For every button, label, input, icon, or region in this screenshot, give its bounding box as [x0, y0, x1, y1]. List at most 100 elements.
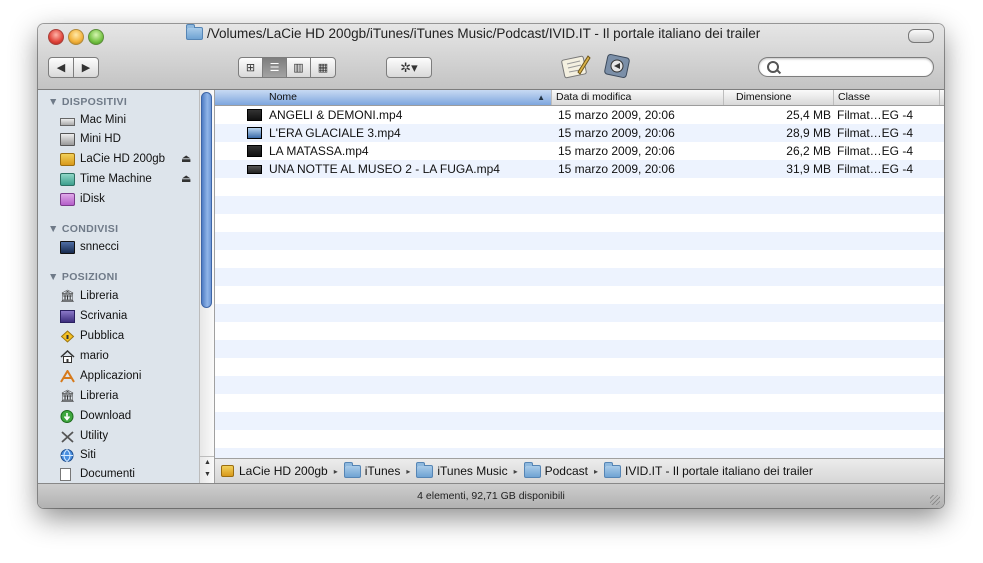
sidebar-item-documenti[interactable]: Documenti [60, 465, 135, 483]
sidebar-scroll-arrows[interactable]: ▲▼ [200, 456, 214, 483]
file-kind: Filmat…EG -4 [837, 108, 914, 122]
file-name: UNA NOTTE AL MUSEO 2 - LA FUGA.mp4 [269, 162, 500, 176]
sidebar-item-label: Documenti [80, 468, 135, 480]
sidebar-item-mario[interactable]: mario [60, 347, 109, 365]
eject-icon[interactable]: ⏏ [181, 172, 191, 185]
path-segment-label: iTunes [364, 464, 401, 478]
path-segment-itunes[interactable]: iTunes [343, 461, 401, 478]
documents-icon [60, 467, 71, 481]
table-row[interactable]: ANGELI & DEMONI.mp4 15 marzo 2009, 20:06… [215, 106, 944, 124]
empty-row [215, 430, 944, 448]
action-menu-button[interactable]: ✲▾ [386, 57, 432, 78]
sidebar-item-siti[interactable]: Siti [60, 446, 96, 464]
sidebar-scrollbar[interactable]: ▲▼ [199, 90, 214, 483]
empty-row [215, 358, 944, 376]
sidebar-header-shared[interactable]: ▼ CONDIVISI [48, 223, 118, 235]
empty-row [215, 394, 944, 412]
forward-arrow-icon: ▶ [81, 62, 91, 74]
sidebar-item-lacie-hd[interactable]: LaCie HD 200gb [60, 150, 165, 168]
path-segment-itunes-music[interactable]: iTunes Music [416, 461, 508, 478]
sidebar-header-devices[interactable]: ▼ DISPOSITIVI [48, 96, 127, 108]
sidebar-item-label: Libreria [80, 290, 119, 302]
icon-view-icon: ⊞ [245, 62, 256, 74]
file-list: Nome ▲ Data di modifica Dimensione Class… [215, 90, 944, 483]
download-icon [60, 409, 75, 423]
eject-icon[interactable]: ⏏ [181, 152, 191, 165]
minimize-window-button[interactable] [68, 29, 84, 45]
movie-file-icon [247, 164, 262, 174]
table-row[interactable]: L'ERA GLACIALE 3.mp4 15 marzo 2009, 20:0… [215, 124, 944, 142]
empty-row [215, 412, 944, 430]
resize-grip-icon[interactable] [930, 495, 940, 505]
close-window-button[interactable] [48, 29, 64, 45]
sidebar-item-applicazioni[interactable]: Applicazioni [60, 367, 141, 385]
sites-icon [60, 448, 75, 462]
path-separator-icon: ▸ [593, 466, 598, 476]
view-list-button[interactable]: ☰ [262, 57, 287, 78]
file-kind: Filmat…EG -4 [837, 144, 914, 158]
search-icon [767, 61, 779, 73]
forward-button[interactable]: ▶ [73, 57, 99, 78]
empty-row [215, 178, 944, 196]
path-segment-label: LaCie HD 200gb [239, 464, 328, 478]
sidebar-item-utility[interactable]: Utility [60, 427, 108, 445]
search-field[interactable] [758, 57, 934, 77]
view-columns-button[interactable]: ▥ [286, 57, 311, 78]
list-view-icon: ☰ [269, 62, 280, 74]
sidebar-item-mini-hd[interactable]: Mini HD [60, 130, 121, 148]
column-header: Nome ▲ Data di modifica Dimensione Class… [215, 90, 944, 106]
rows: ANGELI & DEMONI.mp4 15 marzo 2009, 20:06… [215, 106, 944, 483]
file-size: 25,4 MB [786, 108, 831, 122]
sidebar-item-libreria-2[interactable]: 🏛 Libreria [60, 387, 118, 405]
library-icon: 🏛 [60, 388, 76, 403]
path-separator-icon: ▸ [333, 466, 338, 476]
search-input[interactable] [783, 60, 927, 76]
file-date: 15 marzo 2009, 20:06 [558, 144, 675, 158]
table-row[interactable]: LA MATASSA.mp4 15 marzo 2009, 20:06 26,2… [215, 142, 944, 160]
edit-script-icon[interactable] [558, 50, 592, 82]
sidebar-item-mac-mini[interactable]: Mac Mini [60, 111, 126, 129]
path-separator-icon: ▸ [513, 466, 518, 476]
back-button[interactable]: ◀ [48, 57, 74, 78]
view-icons-button[interactable]: ⊞ [238, 57, 263, 78]
path-segment-lacie[interactable]: LaCie HD 200gb [221, 464, 328, 478]
sidebar-item-time-machine[interactable]: Time Machine [60, 170, 152, 188]
sidebar-item-libreria[interactable]: 🏛 Libreria [60, 287, 118, 305]
sidebar-item-scrivania[interactable]: Scrivania [60, 307, 127, 325]
movie-file-icon [247, 109, 262, 121]
column-header-kind[interactable]: Classe [834, 90, 940, 105]
file-kind: Filmat…EG -4 [837, 162, 914, 176]
path-segment-ivid[interactable]: IVID.IT - Il portale italiano dei traile… [603, 461, 813, 478]
path-segment-label: Podcast [544, 464, 588, 478]
sidebar-header-places[interactable]: ▼ POSIZIONI [48, 271, 118, 283]
view-coverflow-button[interactable]: ▦ [310, 57, 336, 78]
desktop-icon [60, 309, 75, 323]
sidebar-item-label: Siti [80, 449, 96, 461]
folder-icon [416, 461, 434, 478]
status-text: 4 elementi, 92,71 GB disponibili [417, 490, 565, 502]
column-header-date[interactable]: Data di modifica [552, 90, 724, 105]
public-folder-icon [60, 329, 75, 343]
toolbar-toggle-button[interactable] [908, 29, 934, 43]
file-date: 15 marzo 2009, 20:06 [558, 108, 675, 122]
sidebar-item-idisk[interactable]: iDisk [60, 190, 105, 208]
column-header-size[interactable]: Dimensione [724, 90, 834, 105]
zoom-window-button[interactable] [88, 29, 104, 45]
sidebar-scroll-thumb[interactable] [201, 92, 212, 308]
window-title: /Volumes/LaCie HD 200gb/iTunes/iTunes Mu… [186, 24, 760, 41]
sidebar-item-download[interactable]: Download [60, 407, 131, 425]
mac-mini-icon [60, 117, 75, 126]
empty-row [215, 340, 944, 358]
folder-icon [186, 24, 203, 40]
table-row[interactable]: UNA NOTTE AL MUSEO 2 - LA FUGA.mp4 15 ma… [215, 160, 944, 178]
file-size: 26,2 MB [786, 144, 831, 158]
applescript-icon[interactable] [600, 50, 634, 82]
column-header-name[interactable]: Nome ▲ [215, 90, 552, 105]
gear-icon: ✲▾ [400, 59, 418, 75]
file-size: 28,9 MB [786, 126, 831, 140]
sidebar-item-pubblica[interactable]: Pubblica [60, 327, 124, 345]
sidebar-item-snnecci[interactable]: snnecci [60, 238, 119, 256]
path-segment-podcast[interactable]: Podcast [523, 461, 588, 478]
folder-icon [523, 461, 541, 478]
file-name: L'ERA GLACIALE 3.mp4 [269, 126, 401, 140]
